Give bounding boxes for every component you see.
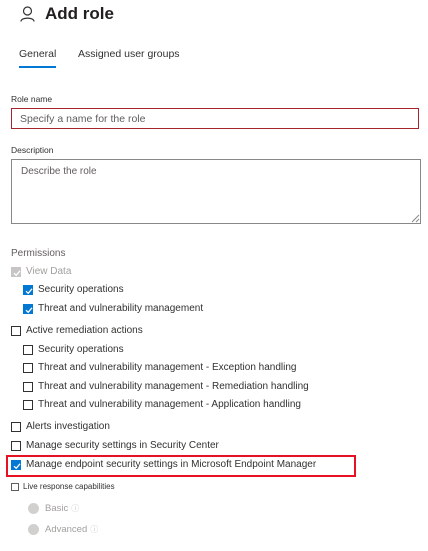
checkbox[interactable] [11, 460, 21, 470]
permission-manage-security-settings[interactable]: Manage security settings in Security Cen… [11, 439, 219, 453]
checkbox-label: Live response capabilities [23, 482, 115, 491]
checkbox-label: Manage endpoint security settings in Mic… [26, 459, 317, 470]
page-title: Add role [45, 4, 114, 23]
checkbox-label: Threat and vulnerability management - Ex… [38, 362, 297, 373]
radio-button [28, 502, 39, 514]
resize-handle-icon[interactable] [410, 213, 420, 223]
checkbox[interactable] [11, 326, 21, 336]
checkmark-icon [25, 307, 33, 314]
tab-active-indicator [19, 66, 56, 68]
checkmark-icon [25, 288, 33, 295]
permission-alerts-investigation[interactable]: Alerts investigation [11, 420, 110, 434]
permission-remediation-tvm-remediation[interactable]: Threat and vulnerability management - Re… [23, 380, 309, 394]
permission-live-response[interactable]: Live response capabilities [11, 480, 115, 494]
permission-view-data: View Data [11, 265, 71, 279]
checkbox-label: Security operations [38, 344, 124, 355]
permission-remediation-tvm-application[interactable]: Threat and vulnerability management - Ap… [23, 398, 301, 412]
checkbox-label: Active remediation actions [26, 325, 143, 336]
checkbox[interactable] [23, 400, 33, 410]
permission-view-data-tvm[interactable]: Threat and vulnerability management [23, 302, 203, 316]
checkbox-label: Alerts investigation [26, 421, 110, 432]
description-textarea[interactable] [11, 159, 421, 224]
checkbox-label: Threat and vulnerability management [38, 303, 204, 314]
checkbox[interactable] [23, 285, 33, 295]
role-name-label: Role name [11, 94, 53, 104]
info-icon: ⓘ [90, 524, 99, 534]
tab-general[interactable]: General [19, 47, 56, 61]
permission-active-remediation[interactable]: Active remediation actions [11, 324, 143, 338]
checkbox-label: Threat and vulnerability management - Re… [38, 381, 309, 392]
permission-manage-endpoint-security[interactable]: Manage endpoint security settings in Mic… [11, 458, 316, 472]
info-icon: ⓘ [71, 503, 80, 513]
checkbox-label: Threat and vulnerability management - Ap… [38, 399, 301, 410]
checkbox-label: Security operations [38, 284, 124, 295]
radio-button [28, 523, 39, 535]
checkmark-icon [13, 463, 21, 470]
checkbox-label: View Data [26, 266, 72, 277]
person-icon [20, 6, 35, 22]
checkbox[interactable] [23, 363, 33, 373]
permission-remediation-security-operations[interactable]: Security operations [23, 343, 124, 357]
tab-assigned-user-groups[interactable]: Assigned user groups [78, 47, 180, 61]
permission-remediation-tvm-exception[interactable]: Threat and vulnerability management - Ex… [23, 361, 297, 375]
checkbox[interactable] [23, 304, 33, 314]
checkbox[interactable] [23, 382, 33, 392]
role-name-input[interactable] [11, 108, 419, 129]
checkbox[interactable] [11, 422, 21, 432]
checkbox[interactable] [11, 441, 21, 451]
checkmark-icon [13, 270, 21, 277]
radio-label: Advanced [45, 523, 88, 535]
checkbox-label: Manage security settings in Security Cen… [26, 440, 219, 451]
checkbox[interactable] [23, 345, 33, 355]
radio-option-basic: Basic ⓘ [28, 501, 79, 515]
radio-option-advanced: Advanced ⓘ [28, 522, 98, 536]
radio-label: Basic [45, 502, 69, 514]
checkbox[interactable] [11, 483, 19, 491]
description-label: Description [11, 145, 54, 155]
page-header: Add role [20, 2, 114, 26]
checkbox [11, 267, 21, 277]
permission-view-data-security-operations[interactable]: Security operations [23, 283, 124, 297]
permissions-label: Permissions [11, 248, 66, 259]
